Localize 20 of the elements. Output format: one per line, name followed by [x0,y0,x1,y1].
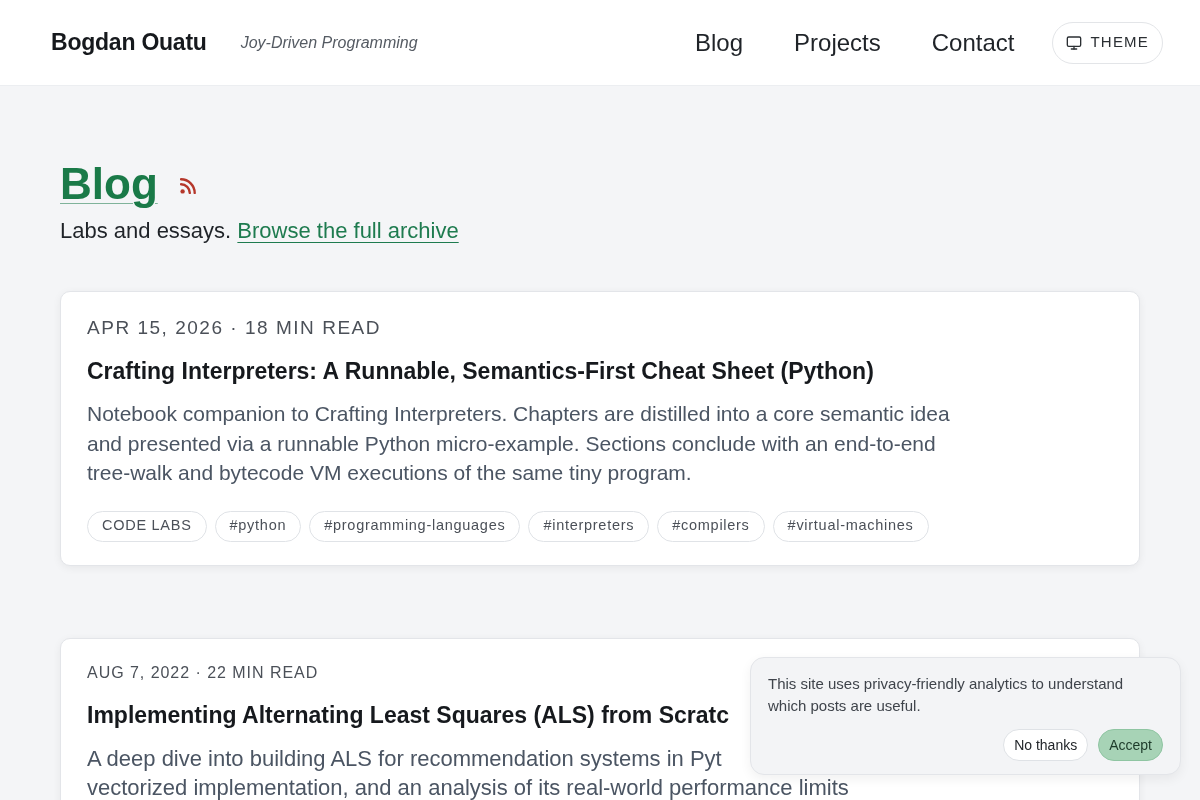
rss-icon[interactable] [179,178,196,194]
decline-button[interactable]: No thanks [1003,729,1089,761]
monitor-icon [1065,34,1082,51]
nav-link[interactable]: Projects [794,24,881,61]
post-title[interactable]: Crafting Interpreters: A Runnable, Semantics-First Cheat Sheet (Python) [87,356,874,386]
post-meta: AUG 7, 2022 · 22 MIN READ [87,662,319,683]
site-title[interactable]: Bogdan Ouatu [51,25,207,60]
nav-link[interactable]: Contact [931,24,1015,61]
nav-link[interactable]: Blog [695,24,744,61]
blog-heading-link[interactable]: Blog [60,158,158,210]
site-tagline: Joy-Driven Programming [240,33,418,53]
post-meta: APR 15, 2026 · 18 MIN READ [87,316,382,340]
theme-button[interactable]: THEME [1051,21,1163,64]
cookie-message: This site uses privacy-friendly analytics to understand which posts are useful. [768,674,1125,716]
post-title[interactable]: Implementing Alternating Least Squares (ALS) from Scratc [87,699,729,730]
post-excerpt: Notebook companion to Crafting Interpreters. Chapters are distilled into a core semantic idea and presented via a runnable Python micro-example. Sections conclude with an end-to-end tree-walk and bytecode VM executions of the same tiny program. [87,401,951,486]
accept-button[interactable]: Accept [1098,729,1163,761]
archive-link[interactable]: Browse the full archive [237,218,459,243]
post-excerpt: A deep dive into building ALS for recommendation systems in Pyt vectorized implementation, and an analysis of its real-world performance limits [87,744,849,800]
intro-text: Labs and essays. Browse the full archive [60,217,459,245]
